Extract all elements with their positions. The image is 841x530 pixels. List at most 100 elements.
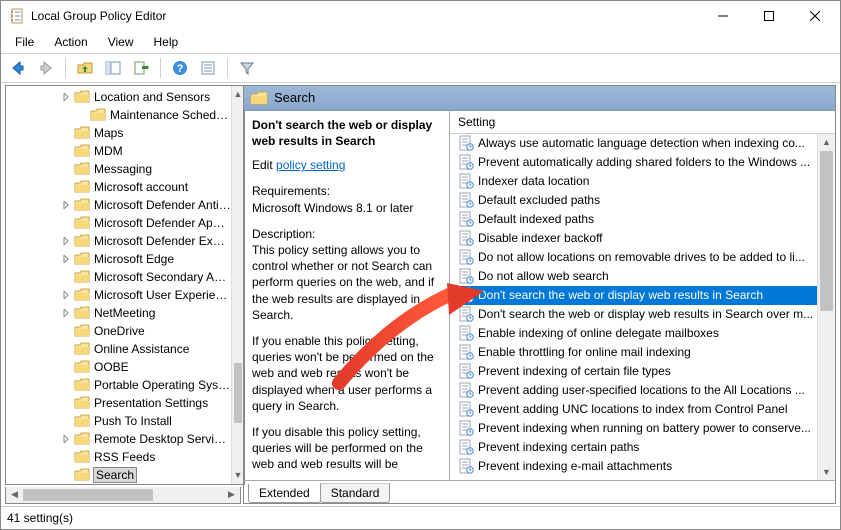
setting-list-item[interactable]: Prevent indexing e-mail attachments (450, 457, 817, 476)
tree-item[interactable]: Portable Operating System (6, 376, 231, 394)
tree-item[interactable]: Microsoft Edge (6, 250, 231, 268)
policy-setting-icon (458, 287, 474, 303)
tree-item-label: Microsoft Edge (94, 252, 174, 266)
tree-item[interactable]: OOBE (6, 358, 231, 376)
scroll-right-icon[interactable]: ▶ (223, 487, 240, 503)
setting-label: Disable indexer backoff (478, 231, 603, 245)
tree-pane: Location and Sensors Maintenance Schedule… (5, 85, 245, 485)
setting-list-item[interactable]: Default excluded paths (450, 191, 817, 210)
properties-button[interactable] (195, 56, 221, 80)
policy-setting-icon (458, 344, 474, 360)
tree-item[interactable]: Microsoft Defender Exploit Guard (6, 232, 231, 250)
scroll-up-icon[interactable]: ▲ (818, 134, 835, 151)
chevron-right-icon[interactable] (60, 289, 72, 301)
menu-file[interactable]: File (7, 33, 42, 51)
minimize-icon (718, 11, 728, 21)
setting-list-item[interactable]: Default indexed paths (450, 210, 817, 229)
setting-label: Prevent adding user-specified locations … (478, 383, 805, 397)
edit-policy-link[interactable]: policy setting (276, 158, 345, 172)
setting-list-item[interactable]: Prevent indexing when running on battery… (450, 419, 817, 438)
chevron-right-icon[interactable] (60, 253, 72, 265)
selected-setting-title: Don't search the web or display web resu… (252, 117, 441, 149)
setting-list-item[interactable]: Indexer data location (450, 172, 817, 191)
settings-scrollbar-v[interactable]: ▲ ▼ (817, 134, 835, 480)
edit-label: Edit (252, 158, 276, 172)
description-text-1: This policy setting allows you to contro… (252, 242, 441, 323)
maximize-button[interactable] (746, 1, 792, 31)
setting-label: Do not allow web search (478, 269, 609, 283)
tree-item[interactable]: Location and Sensors (6, 88, 231, 106)
setting-list-item[interactable]: Always use automatic language detection … (450, 134, 817, 153)
tree-item[interactable]: Maps (6, 124, 231, 142)
tree-item[interactable]: Online Assistance (6, 340, 231, 358)
arrow-right-icon (38, 60, 54, 76)
setting-list-item[interactable]: Enable indexing of online delegate mailb… (450, 324, 817, 343)
setting-list-item[interactable]: Prevent indexing certain paths (450, 438, 817, 457)
setting-list-item[interactable]: Disable indexer backoff (450, 229, 817, 248)
column-header-setting[interactable]: Setting (450, 111, 835, 134)
tree-item-label: NetMeeting (94, 306, 155, 320)
setting-list-item[interactable]: Do not allow locations on removable driv… (450, 248, 817, 267)
tree-item-label: Maintenance Schedule (110, 108, 231, 122)
tab-standard[interactable]: Standard (320, 483, 391, 503)
folder-icon (74, 396, 90, 410)
setting-label: Default indexed paths (478, 212, 594, 226)
tree-scrollbar-h[interactable]: ◀ ▶ (5, 487, 241, 504)
chevron-right-icon[interactable] (60, 199, 72, 211)
minimize-button[interactable] (700, 1, 746, 31)
up-button[interactable] (72, 56, 98, 80)
policy-setting-icon (458, 173, 474, 189)
folder-icon (250, 90, 268, 106)
tree-item[interactable]: Messaging (6, 160, 231, 178)
show-hide-tree-button[interactable] (100, 56, 126, 80)
scroll-left-icon[interactable]: ◀ (6, 487, 23, 503)
setting-list-item[interactable]: Prevent adding user-specified locations … (450, 381, 817, 400)
filter-button[interactable] (234, 56, 260, 80)
setting-list-item[interactable]: Prevent automatically adding shared fold… (450, 153, 817, 172)
folder-icon (74, 414, 90, 428)
setting-label: Default excluded paths (478, 193, 600, 207)
menu-view[interactable]: View (100, 33, 142, 51)
close-button[interactable] (792, 1, 838, 31)
menu-help[interactable]: Help (146, 33, 187, 51)
tree-item[interactable]: Push To Install (6, 412, 231, 430)
chevron-right-icon[interactable] (60, 235, 72, 247)
chevron-right-icon[interactable] (60, 433, 72, 445)
help-button[interactable]: ? (167, 56, 193, 80)
tree-item-label: Maps (94, 126, 123, 140)
tree-item[interactable]: Search (6, 466, 231, 484)
tree-item[interactable]: Microsoft Defender Antivirus (6, 196, 231, 214)
tabs-row: Extended Standard (244, 480, 835, 503)
tree-item[interactable]: MDM (6, 142, 231, 160)
setting-list-item[interactable]: Don't search the web or display web resu… (450, 286, 817, 305)
policy-setting-icon (458, 154, 474, 170)
tree-item[interactable]: NetMeeting (6, 304, 231, 322)
tree-item[interactable]: Maintenance Schedule (6, 106, 231, 124)
tab-extended[interactable]: Extended (248, 484, 321, 503)
tree-item[interactable]: Presentation Settings (6, 394, 231, 412)
tree-item-label: Microsoft Secondary Authentication Facto… (94, 270, 231, 284)
result-pane: Search Don't search the web or display w… (243, 85, 836, 504)
back-button[interactable] (5, 56, 31, 80)
setting-label: Indexer data location (478, 174, 589, 188)
tree-item[interactable]: RSS Feeds (6, 448, 231, 466)
tree-item[interactable]: Microsoft Defender Application Guard (6, 214, 231, 232)
tree-item[interactable]: Microsoft account (6, 178, 231, 196)
setting-list-item[interactable]: Enable throttling for online mail indexi… (450, 343, 817, 362)
setting-list-item[interactable]: Do not allow web search (450, 267, 817, 286)
setting-list-item[interactable]: Prevent adding UNC locations to index fr… (450, 400, 817, 419)
tree-item-label: Remote Desktop Services (94, 432, 231, 446)
chevron-right-icon[interactable] (60, 307, 72, 319)
setting-list-item[interactable]: Prevent indexing of certain file types (450, 362, 817, 381)
setting-list-item[interactable]: Don't search the web or display web resu… (450, 305, 817, 324)
forward-button[interactable] (33, 56, 59, 80)
tree-item[interactable]: Microsoft User Experience Virtualization (6, 286, 231, 304)
description-label: Description: (252, 226, 441, 242)
tree-item[interactable]: OneDrive (6, 322, 231, 340)
scroll-down-icon[interactable]: ▼ (818, 463, 835, 480)
chevron-right-icon[interactable] (60, 91, 72, 103)
tree-item[interactable]: Microsoft Secondary Authentication Facto… (6, 268, 231, 286)
menu-action[interactable]: Action (46, 33, 95, 51)
tree-item[interactable]: Remote Desktop Services (6, 430, 231, 448)
export-list-button[interactable] (128, 56, 154, 80)
